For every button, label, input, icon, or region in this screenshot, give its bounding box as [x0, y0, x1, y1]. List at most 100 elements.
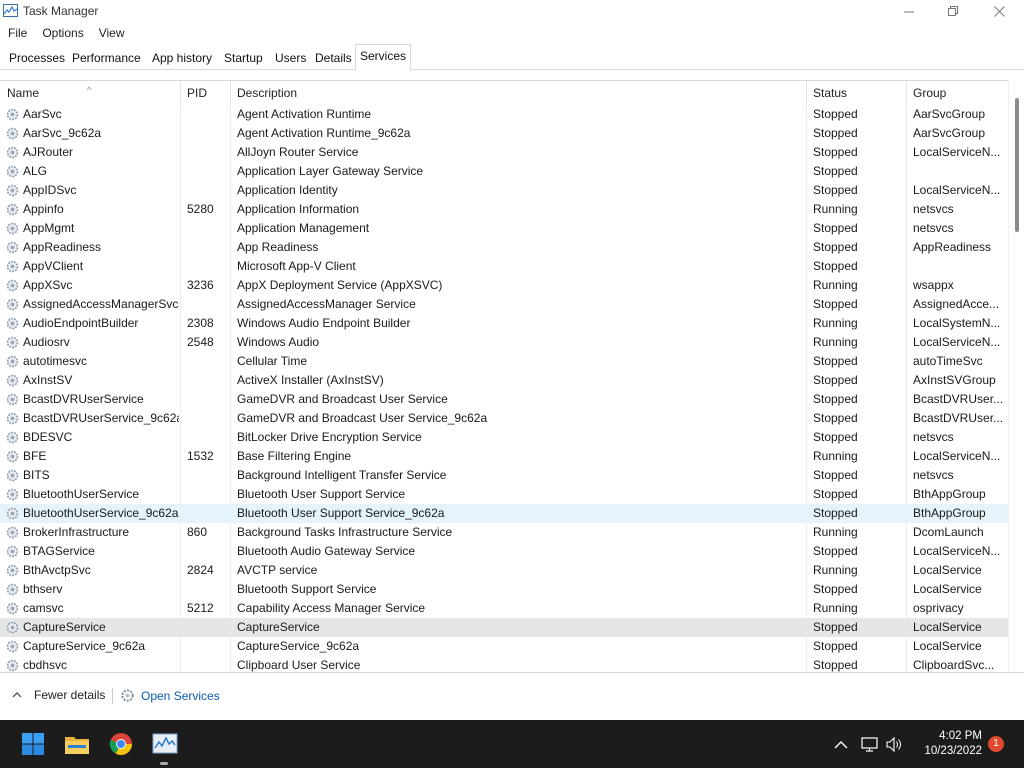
table-row[interactable]: cbdhsvc Clipboard User Service Stopped Clip… — [0, 656, 1008, 672]
task-manager-icon[interactable] — [150, 729, 180, 759]
tab-services[interactable]: Services — [355, 44, 412, 71]
table-row[interactable]: BFE 1532 Base Filtering Engine Running Local… — [0, 447, 1008, 466]
vertical-scrollbar[interactable] — [1008, 80, 1024, 672]
service-name: AarSvc_9c62a — [23, 126, 102, 140]
tab-app-history[interactable]: App history — [147, 46, 217, 70]
service-status: Stopped — [813, 145, 858, 159]
menu-options[interactable]: Options — [42, 23, 83, 43]
table-row[interactable]: BcastDVRUserService_9c62a GameDVR and Bro… — [0, 409, 1008, 428]
service-group: LocalService — [913, 582, 982, 596]
table-row[interactable]: BluetoothUserService_9c62a Bluetooth User… — [0, 504, 1008, 523]
tab-bar: Processes Performance App history Startu… — [0, 44, 1024, 71]
service-pid — [187, 618, 227, 637]
table-row[interactable]: AssignedAccessManagerSvc AssignedAccessMa… — [0, 295, 1008, 314]
service-name: AudioEndpointBuilder — [23, 316, 139, 330]
service-status: Stopped — [813, 259, 858, 273]
table-row[interactable]: Audiosrv 2548 Windows Audio Running LocalSer… — [0, 333, 1008, 352]
fewer-details-button[interactable]: Fewer details — [12, 688, 105, 702]
table-row[interactable]: camsvc 5212 Capability Access Manager Serv… — [0, 599, 1008, 618]
tab-details[interactable]: Details — [310, 46, 357, 70]
service-description: AppX Deployment Service (AppXSVC) — [237, 278, 443, 292]
table-row[interactable]: bthserv Bluetooth Support Service Stopped L… — [0, 580, 1008, 599]
tab-processes[interactable]: Processes — [4, 46, 70, 70]
service-description: Background Intelligent Transfer Service — [237, 468, 447, 482]
service-name: BrokerInfrastructure — [23, 525, 130, 539]
service-group: AssignedAcce... — [913, 297, 1000, 311]
service-pid — [187, 352, 227, 371]
table-row[interactable]: AJRouter AllJoyn Router Service Stopped Loc… — [0, 143, 1008, 162]
table-row[interactable]: AarSvc Agent Activation Runtime Stopped Aar… — [0, 105, 1008, 124]
service-description: ActiveX Installer (AxInstSV) — [237, 373, 384, 387]
open-services-link[interactable]: Open Services — [120, 688, 220, 703]
service-pid: 1532 — [187, 449, 214, 463]
service-pid: 2308 — [187, 316, 214, 330]
table-row[interactable]: BITS Background Intelligent Transfer Serv… — [0, 466, 1008, 485]
service-status: Stopped — [813, 620, 858, 634]
service-description: Base Filtering Engine — [237, 449, 352, 463]
table-row[interactable]: BDESVC BitLocker Drive Encryption Service… — [0, 428, 1008, 447]
menu-view[interactable]: View — [99, 23, 125, 43]
column-header-group[interactable]: Group — [906, 81, 1008, 105]
service-status: Stopped — [813, 183, 858, 197]
table-row[interactable]: AppVClient Microsoft App-V Client Stopped — [0, 257, 1008, 276]
table-row[interactable]: CaptureService_9c62a CaptureService_9c62a… — [0, 637, 1008, 656]
table-row[interactable]: AppReadiness App Readiness Stopped AppReadi… — [0, 238, 1008, 257]
service-description: Bluetooth User Support Service — [237, 487, 406, 501]
service-status: Stopped — [813, 373, 858, 387]
table-row[interactable]: CaptureService CaptureService Stopped Local… — [0, 618, 1008, 637]
service-pid: 860 — [187, 525, 208, 539]
notification-badge[interactable]: 1 — [988, 736, 1004, 752]
footer-divider — [112, 688, 113, 704]
service-group: LocalServiceN... — [913, 544, 1001, 558]
close-button[interactable] — [976, 0, 1022, 23]
table-row[interactable]: BthAvctpSvc 2824 AVCTP service Running Local… — [0, 561, 1008, 580]
service-gear-icon — [6, 412, 19, 425]
table-row[interactable]: BluetoothUserService Bluetooth User Suppo… — [0, 485, 1008, 504]
file-explorer-icon[interactable] — [62, 729, 92, 759]
minimize-button[interactable] — [886, 0, 932, 23]
table-row[interactable]: autotimesvc Cellular Time Stopped autoTimeS… — [0, 352, 1008, 371]
table-row[interactable]: AppMgmt Application Management Stopped nets… — [0, 219, 1008, 238]
column-header-description[interactable]: Description — [230, 81, 807, 105]
table-row[interactable]: AudioEndpointBuilder 2308 Windows Audio En… — [0, 314, 1008, 333]
service-pid — [187, 371, 227, 390]
service-name: AppReadiness — [23, 240, 102, 254]
table-row[interactable]: BTAGService Bluetooth Audio Gateway Servi… — [0, 542, 1008, 561]
volume-icon[interactable] — [884, 734, 904, 754]
column-header-status[interactable]: Status — [806, 81, 907, 105]
system-clock[interactable]: 4:02 PM 10/23/2022 — [912, 729, 982, 759]
table-row[interactable]: AxInstSV ActiveX Installer (AxInstSV) Stop… — [0, 371, 1008, 390]
column-header-name[interactable]: ^ Name — [0, 81, 181, 105]
table-row[interactable]: BrokerInfrastructure 860 Background Tasks … — [0, 523, 1008, 542]
network-icon[interactable] — [859, 734, 879, 754]
menu-file[interactable]: File — [8, 23, 27, 43]
service-pid — [187, 409, 227, 428]
service-status: Stopped — [813, 487, 858, 501]
table-row[interactable]: AppXSvc 3236 AppX Deployment Service (AppX… — [0, 276, 1008, 295]
fewer-details-label: Fewer details — [34, 688, 106, 702]
table-row[interactable]: ALG Application Layer Gateway Service Stop… — [0, 162, 1008, 181]
service-gear-icon — [6, 317, 19, 330]
chevron-up-tray-icon[interactable] — [831, 734, 851, 754]
service-pid — [187, 143, 227, 162]
column-header-pid[interactable]: PID — [180, 81, 231, 105]
service-description: Application Management — [237, 221, 370, 235]
table-row[interactable]: Appinfo 5280 Application Information Runnin… — [0, 200, 1008, 219]
service-gear-icon — [6, 127, 19, 140]
tab-users[interactable]: Users — [270, 46, 311, 70]
scrollbar-thumb[interactable] — [1015, 98, 1019, 232]
windows-start-icon[interactable] — [18, 729, 48, 759]
service-group: netsvcs — [913, 202, 954, 216]
service-group: LocalSystemN... — [913, 316, 1001, 330]
table-row[interactable]: BcastDVRUserService GameDVR and Broadcast… — [0, 390, 1008, 409]
table-body: AarSvc Agent Activation Runtime Stopped Aar… — [0, 105, 1008, 672]
restore-button[interactable] — [930, 0, 976, 23]
tab-performance[interactable]: Performance — [67, 46, 146, 70]
service-name: AssignedAccessManagerSvc — [23, 297, 179, 311]
chrome-icon[interactable] — [106, 729, 136, 759]
tab-startup[interactable]: Startup — [219, 46, 268, 70]
table-row[interactable]: AarSvc_9c62a Agent Activation Runtime_9c6… — [0, 124, 1008, 143]
service-status: Stopped — [813, 107, 858, 121]
table-row[interactable]: AppIDSvc Application Identity Stopped Local… — [0, 181, 1008, 200]
service-group: LocalService — [913, 620, 982, 634]
